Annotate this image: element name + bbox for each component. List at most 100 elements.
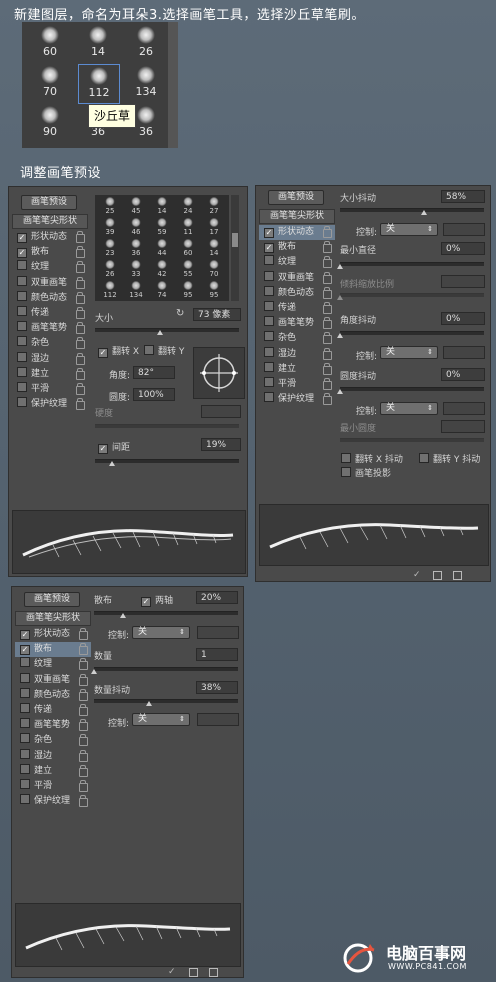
option-checkbox[interactable] (264, 392, 274, 403)
option-checkbox[interactable] (17, 351, 27, 362)
both-axes-checkbox[interactable]: ✓ 两轴 (136, 593, 173, 607)
option-checkbox[interactable] (17, 321, 27, 332)
option-checkbox[interactable] (20, 672, 30, 683)
option-checkbox[interactable]: ✓ (264, 243, 274, 254)
brush-tip-thumb[interactable]: 17 (203, 218, 225, 236)
lock-icon[interactable] (79, 795, 88, 808)
option-checkbox[interactable] (20, 733, 30, 744)
flip-y-box[interactable] (144, 345, 154, 355)
lock-icon[interactable] (79, 780, 88, 792)
lock-icon[interactable] (79, 628, 88, 640)
brush-preset-thumb[interactable]: 134 (126, 64, 166, 102)
size-jitter-field[interactable]: 58% (441, 190, 485, 203)
brush-preset-button[interactable]: 画笔预设 (24, 592, 80, 607)
brush-option-row[interactable]: 保护纹理 (259, 392, 335, 407)
brush-option-row[interactable]: 双重画笔 (12, 275, 88, 291)
brush-tip-thumb[interactable]: 14 (203, 239, 225, 257)
brush-tip-thumb[interactable]: 39 (99, 218, 121, 236)
flip-x-box[interactable]: ✓ (98, 348, 108, 358)
size-control-dropdown[interactable]: 关 ⇕ (380, 223, 438, 236)
count-jitter-slider[interactable] (94, 699, 238, 706)
lock-icon[interactable] (76, 367, 85, 380)
brush-option-row[interactable]: ✓ 形状动态 (15, 627, 91, 642)
option-checkbox[interactable] (17, 260, 27, 271)
min-diameter-slider-thumb[interactable] (337, 264, 343, 269)
brush-preset-button[interactable]: 画笔预设 (268, 190, 324, 205)
spacing-field[interactable]: 19% (201, 438, 241, 451)
brush-option-row[interactable]: 双重画笔 (15, 672, 91, 688)
brush-option-row[interactable]: 保护纹理 (12, 397, 88, 412)
brush-option-row[interactable]: 纹理 (259, 255, 335, 270)
option-checkbox[interactable] (17, 366, 27, 377)
brush-option-row[interactable]: 杂色 (12, 336, 88, 351)
brush-option-row[interactable]: 纹理 (15, 657, 91, 672)
brush-tip-thumb[interactable]: 59 (151, 218, 173, 236)
option-checkbox[interactable] (264, 285, 274, 296)
brush-preset-thumb[interactable]: 14 (78, 24, 118, 62)
size-slider-thumb[interactable] (156, 330, 163, 335)
count-slider[interactable] (91, 667, 238, 674)
scatter-slider[interactable] (94, 611, 238, 618)
brush-tip-grid-scroll-thumb[interactable] (232, 233, 238, 247)
angle-field[interactable]: 82° (133, 366, 175, 379)
count-field[interactable]: 1 (196, 648, 238, 661)
brush-tip-thumb[interactable]: 60 (177, 239, 199, 257)
flip-y-jitter-checkbox[interactable]: 翻转 Y 抖动 (414, 452, 480, 465)
option-checkbox[interactable] (17, 306, 27, 316)
option-checkbox[interactable] (17, 397, 27, 408)
grid-icon[interactable] (189, 968, 198, 977)
brush-tip-thumb[interactable]: 55 (177, 260, 199, 278)
brush-projection-checkbox[interactable]: 画笔投影 (336, 466, 391, 479)
count-control-dropdown[interactable]: 关 ⇕ (132, 713, 190, 726)
brush-option-row[interactable]: 平滑 (259, 377, 335, 392)
option-checkbox[interactable]: ✓ (20, 630, 30, 640)
new-preset-icon[interactable] (209, 968, 218, 977)
lock-icon[interactable] (323, 347, 332, 360)
flip-x-jitter-box[interactable] (341, 453, 351, 463)
roundness-jitter-slider-thumb[interactable] (337, 389, 343, 394)
brush-option-row[interactable]: 平滑 (15, 779, 91, 794)
lock-icon[interactable] (323, 226, 332, 238)
brush-option-row[interactable]: 保护纹理 (15, 794, 91, 809)
brush-preset-thumb[interactable]: 90 (30, 104, 70, 142)
brush-option-row[interactable]: 画笔笔势 (12, 321, 88, 336)
lock-icon[interactable] (323, 286, 332, 299)
scatter-control-dropdown[interactable]: 关 ⇕ (132, 626, 190, 639)
spacing-slider-thumb[interactable] (109, 461, 116, 466)
lock-icon[interactable] (323, 302, 332, 314)
roundness-jitter-slider[interactable] (337, 387, 484, 394)
angle-jitter-slider-thumb[interactable] (337, 333, 343, 338)
flip-y-checkbox[interactable]: 翻转 Y (139, 344, 184, 357)
brush-tip-thumb[interactable]: 44 (151, 239, 173, 257)
both-axes-box[interactable]: ✓ (141, 597, 151, 607)
angle-jitter-field[interactable]: 0% (441, 312, 485, 325)
brush-option-row[interactable]: ✓ 散布 (259, 240, 335, 255)
brush-tip-thumb[interactable]: 24 (177, 197, 199, 215)
lock-icon[interactable] (323, 362, 332, 375)
brush-option-row[interactable]: 杂色 (259, 331, 335, 346)
lock-icon[interactable] (79, 704, 88, 716)
roundness-jitter-field[interactable]: 0% (441, 368, 485, 381)
brush-option-row[interactable]: 传递 (15, 703, 91, 718)
lock-icon[interactable] (79, 719, 88, 732)
toggle-preview-icon[interactable]: ✓ (168, 968, 177, 977)
roundness-control-dropdown[interactable]: 关 ⇕ (380, 402, 438, 415)
option-checkbox[interactable] (264, 255, 274, 266)
brush-tip-thumb[interactable]: 74 (151, 281, 173, 299)
brush-option-row[interactable]: ✓ 散布 (12, 245, 88, 260)
angle-roundness-widget[interactable] (193, 347, 245, 399)
lock-icon[interactable] (79, 673, 88, 686)
min-diameter-slider[interactable] (337, 262, 484, 269)
brush-option-row[interactable]: 传递 (12, 306, 88, 321)
brush-tip-thumb[interactable]: 45 (125, 197, 147, 215)
brush-option-row[interactable]: 纹理 (12, 260, 88, 275)
option-checkbox[interactable] (264, 377, 274, 387)
flip-y-jitter-box[interactable] (419, 453, 429, 463)
lock-icon[interactable] (76, 337, 85, 350)
spacing-slider[interactable] (95, 459, 239, 466)
option-checkbox[interactable] (264, 331, 274, 342)
brush-option-row[interactable]: ✓ 形状动态 (12, 230, 88, 245)
roundness-field[interactable]: 100% (133, 388, 175, 401)
brush-option-row[interactable]: 湿边 (15, 748, 91, 764)
min-diameter-field[interactable]: 0% (441, 242, 485, 255)
